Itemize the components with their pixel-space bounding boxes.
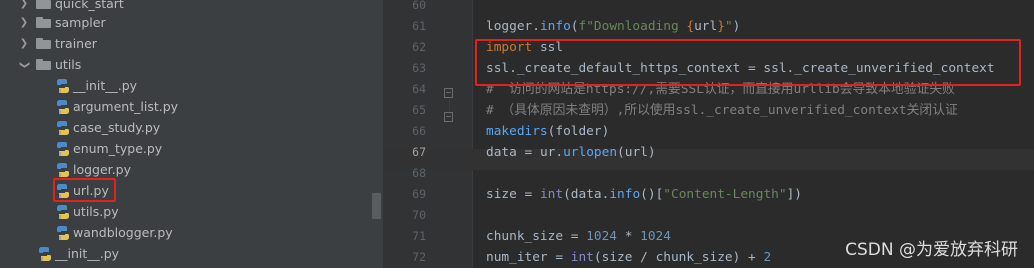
chevron-right-icon[interactable]: ❯ [18,37,30,51]
line-number: 68 [412,166,426,180]
tree-item-wandblogger-py[interactable]: wandblogger.py [0,222,383,243]
tree-item-logger-py[interactable]: logger.py [0,159,383,180]
line-number: 60 [412,0,426,12]
tree-item-label: wandblogger.py [73,225,173,240]
folder-icon [36,59,51,70]
python-file-icon [56,141,70,157]
tree-item-label: utils.py [73,204,119,219]
chevron-right-icon[interactable]: ❯ [18,0,30,11]
code-line-69[interactable]: size = int(data.info()["Content-Length"]… [486,184,802,205]
code-line-66[interactable]: makedirs(folder) [486,121,609,142]
line-number: 61 [412,19,426,33]
python-file-icon [56,204,70,220]
current-line-highlight [383,149,1034,170]
project-tree-panel: ❯ quick_start ❯ sampler ❯ trainer ❯ util… [0,0,383,268]
tree-scrollbar-thumb[interactable] [372,193,381,219]
code-line-67[interactable]: data = ur.urlopen(url) [486,142,656,163]
tree-item-label: sampler [55,15,106,30]
python-file-icon [38,246,52,262]
line-number: 70 [412,208,426,222]
line-number-current: 67 [412,145,426,159]
tree-item-sampler[interactable]: ❯ sampler [0,12,383,33]
python-file-icon [56,225,70,241]
code-line-61[interactable]: logger.info(f"Downloading {url}") [486,16,740,37]
ssl-code-highlight-box [475,39,1021,86]
fold-marker-icon[interactable] [444,88,453,98]
chevron-down-icon[interactable]: ❯ [17,59,31,71]
gutter-separator [472,0,473,268]
tree-item-case-study-py[interactable]: case_study.py [0,117,383,138]
line-number: 72 [412,250,426,264]
line-number: 63 [412,61,426,75]
line-number: 71 [412,229,426,243]
tree-item-utils-py[interactable]: utils.py [0,201,383,222]
python-file-icon [56,78,70,94]
tree-item-init-py[interactable]: __init__.py [0,75,383,96]
tree-item-label: case_study.py [73,120,161,135]
folder-icon [36,17,51,28]
tree-item-label: quick_start [55,0,124,11]
line-number: 64 [412,82,426,96]
code-line-71[interactable]: chunk_size = 1024 * 1024 [486,226,671,247]
chevron-right-icon[interactable]: ❯ [18,16,30,30]
python-file-icon [56,162,70,178]
code-line-72[interactable]: num_iter = int(size / chunk_size) + 2 [486,247,771,268]
line-number: 62 [412,40,426,54]
tree-item-root-init-py[interactable]: __init__.py [0,243,383,264]
line-number: 66 [412,124,426,138]
tree-item-enum-type-py[interactable]: enum_type.py [0,138,383,159]
tree-item-label: trainer [55,36,97,51]
fold-marker-icon[interactable] [444,112,453,122]
tree-item-label: argument_list.py [73,99,179,114]
code-line-65[interactable]: # （具体原因未查明）,所以使用ssl._create_unverified_c… [486,100,958,121]
tree-item-utils[interactable]: ❯ utils [0,54,383,75]
folder-icon [36,38,51,49]
tree-item-label: utils [55,57,82,72]
url-py-highlight-box [53,178,116,202]
line-number: 65 [412,103,426,117]
tree-item-argument-list-py[interactable]: argument_list.py [0,96,383,117]
indent-guide [449,99,450,113]
python-file-icon [56,120,70,136]
line-number: 69 [412,187,426,201]
tree-item-label: __init__.py [73,78,138,93]
tree-item-label: __init__.py [55,246,120,261]
watermark: CSDN @为爱放弃科研 [845,240,1018,260]
python-file-icon [56,99,70,115]
folder-icon [36,0,51,9]
tree-item-label: enum_type.py [73,141,163,156]
tree-item-trainer[interactable]: ❯ trainer [0,33,383,54]
tree-item-label: logger.py [73,162,131,177]
